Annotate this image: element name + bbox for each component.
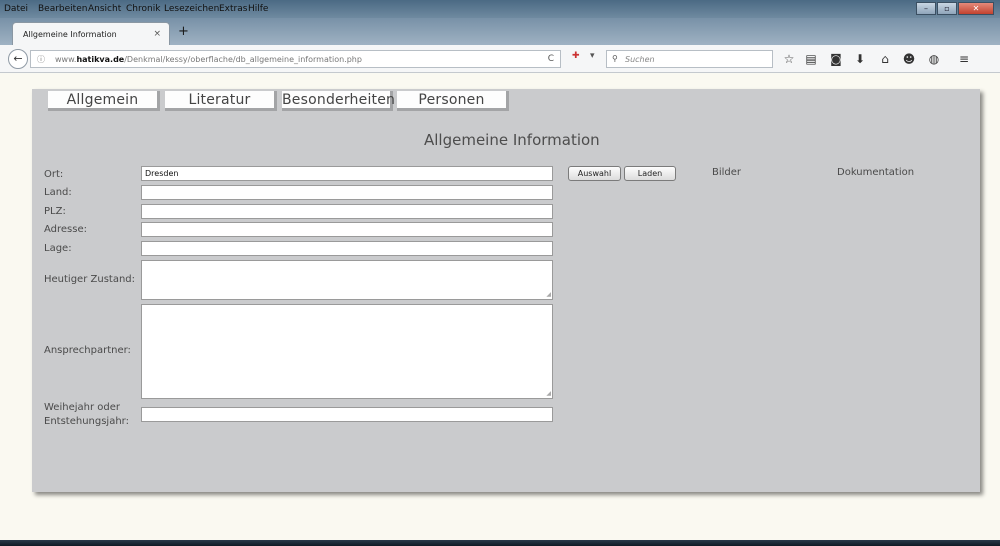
tab-bar: Allgemeine Information × + [0, 18, 1000, 45]
weihejahr-field[interactable] [141, 407, 553, 422]
navigation-bar: ← ⓘ www.hatikva.de/Denkmal/kessy/oberfla… [0, 45, 1000, 73]
form-panel: Allgemein Literatur Besonderheiten Perso… [32, 89, 980, 492]
browser-tab-active[interactable]: Allgemeine Information × [12, 22, 170, 45]
label-heutiger-zustand: Heutiger Zustand: [44, 274, 136, 285]
tab-title: Allgemeine Information [23, 30, 117, 39]
page-title: Allgemeine Information [424, 131, 600, 149]
browser-window: Datei Bearbeiten Ansicht Chronik Lesezei… [0, 0, 1000, 546]
label-lage: Lage: [44, 243, 72, 254]
info-icon[interactable]: ⓘ [37, 54, 45, 65]
adresse-field[interactable] [141, 222, 553, 237]
taskbar [0, 540, 1000, 546]
label-weihejahr-line2: Entstehungsjahr: [44, 416, 129, 427]
chat-icon[interactable]: ☻ [901, 52, 917, 66]
addon-icons: ✚ ▾ [564, 51, 604, 67]
lage-field[interactable] [141, 241, 553, 256]
resize-grip-icon[interactable]: ◢ [546, 291, 551, 298]
menu-extras[interactable]: Extras [219, 4, 247, 14]
label-ort: Ort: [44, 169, 64, 180]
label-dokumentation: Dokumentation [837, 167, 915, 178]
label-weihejahr-line1: Weihejahr oder [44, 402, 120, 413]
tab-personen[interactable]: Personen [397, 91, 509, 111]
land-field[interactable] [141, 185, 553, 200]
ort-field[interactable] [141, 166, 553, 181]
maximize-button[interactable]: ▫ [937, 2, 957, 15]
menu-datei[interactable]: Datei [4, 4, 28, 14]
menu-ansicht[interactable]: Ansicht [88, 4, 121, 14]
pocket-icon[interactable]: ◙ [828, 52, 844, 66]
tab-literatur[interactable]: Literatur [165, 91, 277, 111]
laden-button[interactable]: Laden [624, 166, 676, 181]
search-bar[interactable]: ⚲ Suchen [606, 50, 773, 68]
close-window-button[interactable]: ✕ [958, 2, 994, 15]
reload-icon[interactable]: C [548, 54, 554, 64]
tab-close-icon[interactable]: × [153, 29, 161, 39]
window-controls: – ▫ ✕ [916, 2, 994, 16]
menu-chronik[interactable]: Chronik [126, 4, 160, 14]
download-icon[interactable]: ⬇ [852, 52, 868, 66]
tab-allgemein[interactable]: Allgemein [48, 91, 160, 111]
heutiger-zustand-textarea[interactable]: ◢ [141, 260, 553, 300]
page-content: Allgemein Literatur Besonderheiten Perso… [0, 74, 1000, 540]
back-button[interactable]: ← [8, 49, 28, 69]
home-icon[interactable]: ⌂ [877, 52, 893, 66]
label-plz: PLZ: [44, 206, 66, 217]
new-tab-button[interactable]: + [178, 24, 189, 39]
search-placeholder: Suchen [625, 55, 655, 64]
addon-globe-icon[interactable]: ◍ [926, 52, 942, 66]
plz-field[interactable] [141, 204, 553, 219]
label-land: Land: [44, 187, 72, 198]
menu-lesezeichen[interactable]: Lesezeichen [164, 4, 219, 14]
hamburger-menu-icon[interactable]: ≡ [956, 52, 972, 66]
menu-bearbeiten[interactable]: Bearbeiten [38, 4, 87, 14]
tab-besonderheiten[interactable]: Besonderheiten [282, 91, 395, 111]
url-bar[interactable]: ⓘ www.hatikva.de/Denkmal/kessy/oberflach… [30, 50, 561, 68]
auswahl-button[interactable]: Auswahl [568, 166, 621, 181]
label-ansprechpartner: Ansprechpartner: [44, 345, 131, 356]
menu-hilfe[interactable]: Hilfe [248, 4, 268, 14]
minimize-button[interactable]: – [916, 2, 936, 15]
search-icon: ⚲ [612, 54, 618, 63]
dropdown-icon[interactable]: ▾ [590, 51, 595, 61]
label-bilder: Bilder [712, 167, 742, 178]
menubar: Datei Bearbeiten Ansicht Chronik Lesezei… [0, 0, 1000, 18]
ansprechpartner-textarea[interactable]: ◢ [141, 304, 553, 399]
blocker-icon[interactable]: ✚ [572, 51, 580, 61]
url-text: www.hatikva.de/Denkmal/kessy/oberflache/… [55, 55, 362, 64]
bookmark-star-icon[interactable]: ☆ [781, 52, 797, 66]
reading-list-icon[interactable]: ▤ [803, 52, 819, 66]
resize-grip-icon[interactable]: ◢ [546, 390, 551, 397]
label-adresse: Adresse: [44, 224, 87, 235]
